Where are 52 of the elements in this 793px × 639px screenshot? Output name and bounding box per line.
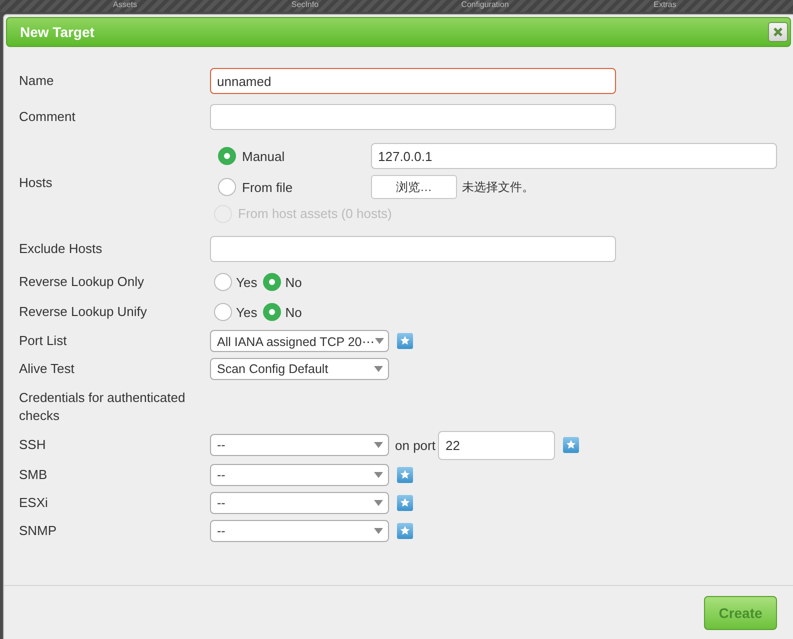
dropdown[interactable]: Scan Config Default [210,358,389,380]
dropdown[interactable]: -- [210,464,389,486]
browse-button[interactable]: 浏览… [371,175,457,199]
dropdown[interactable]: -- [210,492,389,514]
field-label: SMB [19,466,48,484]
dropdown[interactable]: -- [210,520,389,542]
field-label: Hosts [19,174,54,192]
radio-button[interactable] [263,303,282,321]
nav-item[interactable]: Assets [35,0,215,10]
dropdown[interactable]: All IANA assigned TCP 20⋯ [210,330,389,352]
radio-label: Manual [242,148,285,164]
radio-button[interactable] [263,273,282,291]
radio-label: Yes [236,304,258,320]
dropdown[interactable]: -- [210,434,389,456]
radio-button[interactable] [214,273,232,291]
field-label: SSH [19,436,47,454]
radio-button[interactable] [214,303,232,321]
field-label: Reverse Lookup Unify [19,303,148,321]
caret-icon [374,528,383,534]
field-label: Name [19,72,55,90]
field-label: SNMP [19,522,58,540]
text-field[interactable] [210,104,616,130]
radio-button[interactable] [218,147,236,165]
radio-label: From file [242,180,293,194]
file-status: 未选择文件。 [462,178,534,196]
field-label: Port List [19,332,68,350]
field-label: Reverse Lookup Only [19,273,146,291]
field-label: ESXi [19,494,49,512]
text-field[interactable] [210,236,616,262]
close-icon [773,27,783,37]
caret-icon [374,500,383,506]
port-field[interactable]: 22 [438,430,556,460]
text-field[interactable]: 127.0.0.1 [371,143,777,169]
field-label: Comment [19,108,76,126]
port-label: on port [395,438,436,452]
radio-label: Yes [236,274,258,290]
field-label: Alive Test [19,360,76,378]
field-label: Credentials for authenticated checks [19,389,186,425]
caret-icon [374,338,384,344]
nav-item[interactable]: Extras [575,0,755,10]
caret-icon [374,442,383,448]
caret-icon [374,472,383,478]
radio-label: No [285,274,302,290]
nav-item[interactable]: SecInfo [215,0,395,10]
close-button[interactable] [768,22,788,42]
dialog-title: New Target [20,24,94,40]
caret-icon [374,366,383,372]
radio-button[interactable] [218,178,236,196]
nav-item[interactable]: Configuration [395,0,575,10]
field-label: Exclude Hosts [19,240,104,258]
text-field[interactable]: unnamed [210,68,616,94]
radio-label: No [285,304,302,320]
